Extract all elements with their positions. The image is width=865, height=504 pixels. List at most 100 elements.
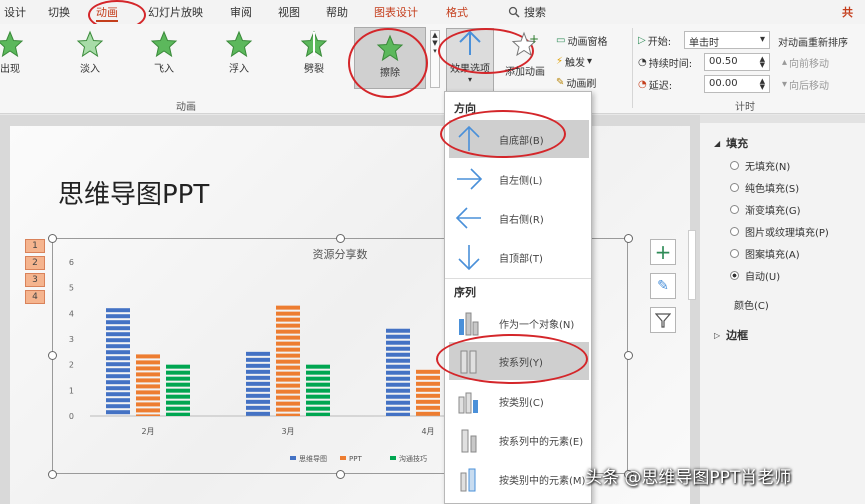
animation-fly-in[interactable]: 飞入 bbox=[142, 30, 186, 75]
tab-format[interactable]: 格式 bbox=[446, 4, 468, 20]
bar-stripe bbox=[276, 347, 300, 352]
svg-text:+: + bbox=[529, 32, 539, 46]
animation-appear[interactable]: 出现 bbox=[0, 30, 32, 75]
star-float-in-icon bbox=[225, 30, 253, 58]
tab-chart-design[interactable]: 图表设计 bbox=[374, 4, 418, 20]
tab-design[interactable]: 设计 bbox=[4, 4, 26, 20]
fill-option-automatic[interactable]: 自动(U) bbox=[730, 268, 780, 283]
direction-from-left[interactable]: 自左侧(L) bbox=[449, 160, 589, 198]
bar-stripe bbox=[246, 399, 270, 404]
animation-sequence-tag[interactable]: 3 bbox=[25, 273, 45, 287]
bar-stripe bbox=[386, 400, 410, 405]
radio-button[interactable] bbox=[730, 249, 739, 258]
move-earlier-button[interactable]: ▴ 向前移动 bbox=[782, 55, 829, 70]
direction-from-bottom-label: 自底部(B) bbox=[499, 135, 544, 147]
bar-stripe bbox=[306, 364, 330, 369]
move-later-button[interactable]: ▾ 向后移动 bbox=[782, 77, 829, 92]
sequence-by-series[interactable]: 按系列(Y) bbox=[449, 342, 589, 380]
chart-bar[interactable] bbox=[386, 328, 410, 416]
share-button[interactable]: 共 bbox=[842, 4, 853, 20]
y-tick-label: 0 bbox=[69, 412, 74, 421]
animation-pane-button[interactable]: ▭ 动画窗格 bbox=[556, 33, 607, 48]
radio-button[interactable] bbox=[730, 183, 739, 192]
color-picker[interactable]: 颜色(C) bbox=[734, 297, 769, 312]
delay-field[interactable]: 00.00 ▲ ▼ bbox=[704, 75, 770, 93]
tab-slideshow[interactable]: 幻灯片放映 bbox=[148, 4, 203, 20]
spinner-icon[interactable]: ▲ ▼ bbox=[760, 78, 765, 91]
resize-handle[interactable] bbox=[624, 234, 633, 243]
sequence-by-category[interactable]: 按类别(C) bbox=[449, 382, 589, 420]
direction-from-right[interactable]: 自右侧(R) bbox=[449, 199, 589, 237]
trigger-button[interactable]: ⚡ 触发 ▾ bbox=[556, 54, 592, 69]
search-box[interactable]: 搜索 bbox=[508, 4, 546, 20]
chart-bar[interactable] bbox=[136, 354, 160, 416]
radio-button[interactable] bbox=[730, 161, 739, 170]
chart-bar[interactable] bbox=[416, 369, 440, 416]
resize-handle[interactable] bbox=[48, 234, 57, 243]
radio-button-selected[interactable] bbox=[730, 271, 739, 280]
direction-from-top[interactable]: 自顶部(T) bbox=[449, 238, 589, 276]
spinner-icon[interactable]: ▲ ▼ bbox=[760, 56, 765, 69]
bar-stripe bbox=[276, 311, 300, 316]
effect-options-button[interactable]: 效果选项 ▾ bbox=[446, 28, 494, 92]
fill-option-pattern[interactable]: 图案填充(A) bbox=[730, 246, 800, 261]
direction-from-bottom[interactable]: 自底部(B) bbox=[449, 120, 589, 158]
radio-button[interactable] bbox=[730, 205, 739, 214]
fill-option-picture[interactable]: 图片或纹理填充(P) bbox=[730, 224, 829, 239]
sequence-by-category-element[interactable]: 按类别中的元素(M) bbox=[449, 460, 589, 498]
bar-stripe bbox=[276, 407, 300, 412]
animation-split[interactable]: 劈裂 bbox=[292, 30, 336, 75]
fill-section-header[interactable]: ◢ 填充 bbox=[714, 135, 748, 151]
as-one-object-icon bbox=[459, 312, 479, 336]
fill-option-gradient[interactable]: 渐变填充(G) bbox=[730, 202, 801, 217]
sequence-as-one-object[interactable]: 作为一个对象(N) bbox=[449, 304, 589, 342]
chart-bar[interactable] bbox=[166, 364, 190, 416]
duration-label: 持续时间: bbox=[648, 59, 693, 70]
animation-painter-button[interactable]: ✎ 动画刷 bbox=[556, 75, 596, 90]
start-select[interactable]: 单击时 ▾ bbox=[684, 31, 770, 49]
bar-stripe bbox=[106, 380, 130, 385]
fill-option-none[interactable]: 无填充(N) bbox=[730, 158, 790, 173]
format-pane: ◢ 填充 无填充(N) 纯色填充(S) 渐变填充(G) 图片或纹理填充(P) 图案… bbox=[700, 115, 865, 504]
chart-elements-button[interactable]: + bbox=[650, 239, 676, 265]
resize-handle[interactable] bbox=[336, 234, 345, 243]
bar-stripe bbox=[276, 341, 300, 346]
bar-stripe bbox=[136, 372, 160, 377]
bar-stripe bbox=[306, 394, 330, 399]
animation-fade[interactable]: 淡入 bbox=[68, 30, 112, 75]
tab-animations[interactable]: 动画 bbox=[96, 4, 118, 22]
animation-sequence-tag[interactable]: 4 bbox=[25, 290, 45, 304]
chart-bar[interactable] bbox=[106, 308, 130, 415]
legend-label: PPT bbox=[349, 455, 362, 463]
animation-group-label: 动画 bbox=[176, 102, 196, 113]
animation-wipe[interactable]: 擦除 bbox=[354, 27, 426, 89]
tab-view[interactable]: 视图 bbox=[278, 4, 300, 20]
bar-stripe bbox=[166, 364, 190, 369]
slide-title[interactable]: 思维导图PPT bbox=[58, 174, 209, 211]
filter-icon bbox=[655, 313, 671, 328]
chart-styles-button[interactable]: ✎ bbox=[650, 273, 676, 299]
add-animation-button[interactable]: + 添加动画 bbox=[500, 30, 550, 78]
animation-gallery-scroll[interactable]: ▲ ▼ ▾ bbox=[430, 30, 440, 88]
chart-bar[interactable] bbox=[246, 351, 270, 416]
fill-option-solid[interactable]: 纯色填充(S) bbox=[730, 180, 799, 195]
chart-bar[interactable] bbox=[306, 364, 330, 416]
arrow-left-icon bbox=[455, 207, 481, 229]
tab-help[interactable]: 帮助 bbox=[326, 4, 348, 20]
sequence-by-series-element[interactable]: 按系列中的元素(E) bbox=[449, 421, 589, 459]
bar-stripe bbox=[416, 369, 440, 374]
tab-transitions[interactable]: 切换 bbox=[48, 4, 70, 20]
bar-stripe bbox=[306, 406, 330, 411]
chart-filters-button[interactable] bbox=[650, 307, 676, 333]
arrow-up-small-icon: ▴ bbox=[782, 57, 788, 68]
bar-stripe bbox=[276, 395, 300, 400]
bar-stripe bbox=[276, 365, 300, 370]
slide-scrollbar[interactable] bbox=[688, 230, 696, 300]
duration-field[interactable]: 00.50 ▲ ▼ bbox=[704, 53, 770, 71]
animation-float-in[interactable]: 浮入 bbox=[217, 30, 261, 75]
tab-review[interactable]: 审阅 bbox=[230, 4, 252, 20]
radio-button[interactable] bbox=[730, 227, 739, 236]
chart-bar[interactable] bbox=[276, 305, 300, 416]
ribbon: 出现 淡入 飞入 浮入 劈裂 擦除 ▲ ▼ ▾ 效果选项 ▾ + 添加动画 ▭ 动画窗… bbox=[0, 24, 865, 114]
border-section-header[interactable]: ▷ 边框 bbox=[714, 327, 748, 343]
